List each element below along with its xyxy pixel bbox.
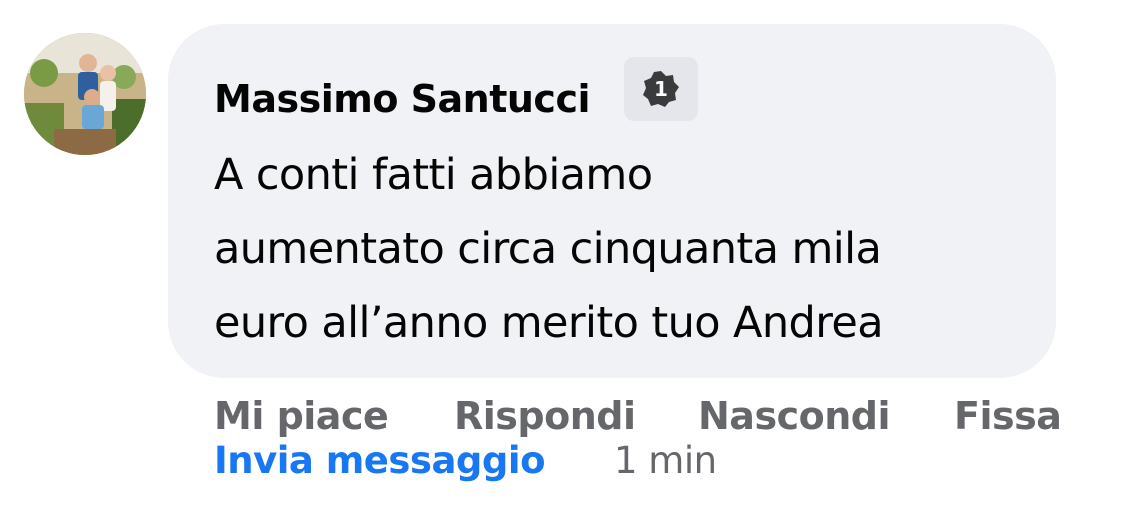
rank-badge-count: 1 <box>654 77 668 101</box>
reply-button[interactable]: Rispondi <box>454 392 636 440</box>
comment-text: A conti fatti abbiamo aumentato circa ci… <box>214 150 884 348</box>
avatar[interactable] <box>24 33 146 155</box>
like-button[interactable]: Mi piace <box>214 392 389 440</box>
rank-badge[interactable]: 1 <box>624 57 698 121</box>
comment-actions: Mi piace Rispondi Nascondi Fissa <box>214 392 1062 440</box>
comment-timestamp[interactable]: 1 min <box>614 436 717 486</box>
author-name[interactable]: Massimo Santucci <box>214 74 591 124</box>
hide-button[interactable]: Nascondi <box>698 392 890 440</box>
rank-badge-icon: 1 <box>643 71 679 107</box>
comment-container: Massimo Santucci 1 A conti fatti abbiamo… <box>0 0 1124 518</box>
send-message-link[interactable]: Invia messaggio <box>214 436 546 486</box>
pin-button[interactable]: Fissa <box>954 392 1062 440</box>
profile-photo <box>24 33 146 155</box>
